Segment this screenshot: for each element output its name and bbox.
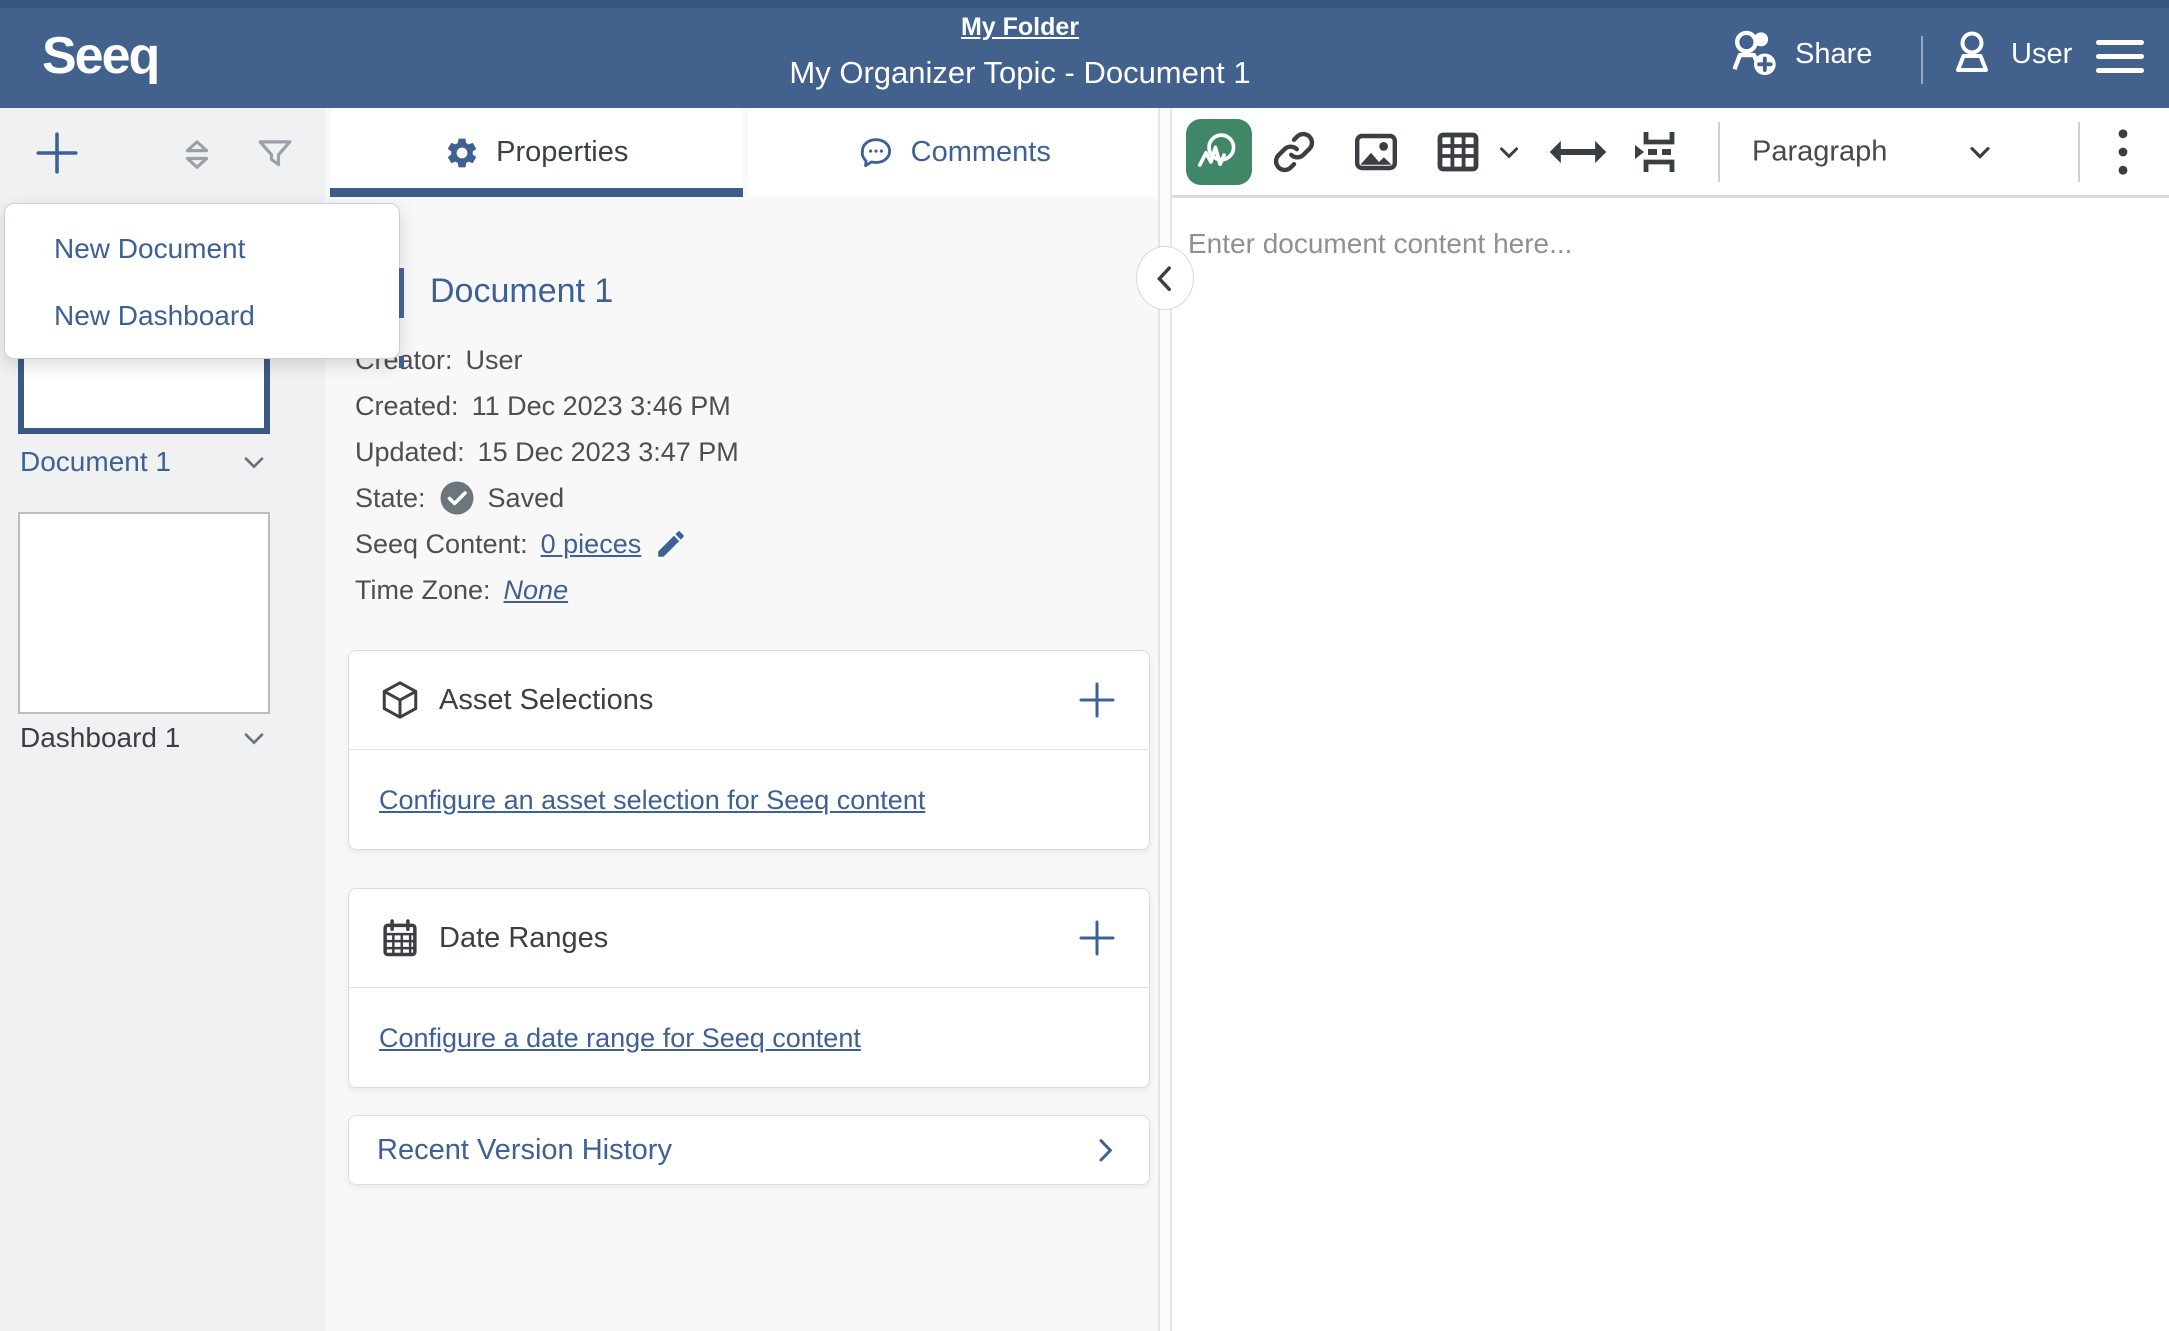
page-break-button[interactable] (1630, 126, 1686, 178)
user-menu-button[interactable]: User (1948, 0, 2072, 108)
property-creator: Creator: User (355, 337, 739, 383)
insert-link-button[interactable] (1270, 128, 1318, 176)
add-item-button[interactable] (34, 130, 80, 176)
insert-table-button[interactable] (1434, 128, 1482, 176)
header-bar: Seeq My Folder My Organizer Topic - Docu… (0, 0, 2169, 108)
document-properties: Creator: User Created: 11 Dec 2023 3:46 … (355, 337, 739, 613)
property-value: 11 Dec 2023 3:46 PM (472, 391, 731, 422)
property-label: State: (355, 483, 426, 514)
title-text-cursor (399, 356, 404, 368)
tab-comments[interactable]: Comments (748, 108, 1161, 197)
date-ranges-card: Date Ranges Configure a date range for S… (348, 888, 1150, 1088)
time-zone-link[interactable]: None (504, 575, 569, 606)
share-label: Share (1795, 38, 1872, 71)
document-title[interactable]: Document 1 (430, 272, 613, 311)
dashboard-1-thumbnail[interactable] (18, 512, 270, 714)
chevron-down-icon[interactable] (238, 722, 270, 754)
date-ranges-title: Date Ranges (439, 922, 608, 955)
property-label: Seeq Content: (355, 529, 528, 560)
paragraph-style-dropdown[interactable]: Paragraph (1752, 135, 1887, 168)
hamburger-bar (2096, 68, 2144, 73)
paragraph-chevron-icon[interactable] (1964, 136, 1996, 168)
gear-icon (444, 135, 480, 171)
editor-toolbar: Paragraph (1172, 108, 2169, 198)
header-divider (1921, 36, 1923, 84)
cube-icon (379, 679, 421, 721)
page-title: My Organizer Topic - Document 1 (789, 55, 1250, 91)
configure-date-range-link[interactable]: Configure a date range for Seeq content (379, 1023, 861, 1054)
chevron-right-icon (1089, 1134, 1121, 1166)
seeq-content-link[interactable]: 0 pieces (541, 529, 642, 560)
property-created: Created: 11 Dec 2023 3:46 PM (355, 383, 739, 429)
editor-placeholder[interactable]: Enter document content here... (1188, 228, 1572, 260)
tab-properties-label: Properties (496, 136, 628, 169)
recent-version-history-button[interactable]: Recent Version History (348, 1115, 1150, 1185)
toolbar-divider (1718, 122, 1720, 182)
asset-selections-title: Asset Selections (439, 684, 653, 717)
configure-asset-selection-link[interactable]: Configure an asset selection for Seeq co… (379, 785, 925, 816)
property-label: Updated: (355, 437, 465, 468)
property-time-zone: Time Zone: None (355, 567, 739, 613)
breadcrumb[interactable]: My Folder (961, 13, 1079, 42)
insert-seeq-content-button[interactable] (1186, 119, 1252, 185)
new-item-menu: New Document New Dashboard (4, 203, 400, 359)
share-button[interactable]: Share (1728, 0, 1872, 108)
tab-properties[interactable]: Properties (330, 108, 743, 197)
property-value: User (466, 345, 523, 376)
toolbar-divider (2078, 122, 2080, 182)
add-asset-selection-button[interactable] (1075, 678, 1119, 722)
document-1-label[interactable]: Document 1 (20, 446, 171, 478)
hamburger-bar (2096, 54, 2144, 59)
property-label: Time Zone: (355, 575, 491, 606)
seeq-logo: Seeq (42, 26, 158, 86)
user-label: User (2011, 38, 2072, 71)
property-state: State: Saved (355, 475, 739, 521)
filter-icon[interactable] (254, 134, 296, 176)
table-options-chevron-icon[interactable] (1494, 137, 1524, 167)
user-icon (1948, 30, 1996, 78)
asset-selections-header: Asset Selections (349, 651, 1149, 750)
property-value: Saved (488, 483, 565, 514)
saved-check-icon (439, 480, 475, 516)
property-value: 15 Dec 2023 3:47 PM (478, 437, 739, 468)
property-seeq-content: Seeq Content: 0 pieces (355, 521, 739, 567)
document-1-row: Document 1 (20, 442, 270, 482)
paragraph-style-label: Paragraph (1752, 135, 1887, 168)
title-text-cursor (399, 268, 404, 318)
asset-selections-card: Asset Selections Configure an asset sele… (348, 650, 1150, 850)
dashboard-1-label[interactable]: Dashboard 1 (20, 722, 180, 754)
menu-item-new-document[interactable]: New Document (5, 215, 399, 282)
chevron-down-icon[interactable] (238, 446, 270, 478)
insert-image-button[interactable] (1352, 128, 1400, 176)
panel-tabs: Properties Comments (325, 108, 1160, 197)
share-icon (1728, 28, 1780, 80)
calendar-icon (379, 917, 421, 959)
document-editor[interactable] (1172, 108, 2169, 1331)
dashboard-1-row: Dashboard 1 (20, 718, 270, 758)
resize-width-button[interactable] (1548, 137, 1608, 167)
collapse-panel-button[interactable] (1136, 246, 1194, 310)
edit-pencil-icon[interactable] (654, 527, 688, 561)
property-updated: Updated: 15 Dec 2023 3:47 PM (355, 429, 739, 475)
seeq-organizer-app: Seeq My Folder My Organizer Topic - Docu… (0, 0, 2169, 1331)
hamburger-menu-button[interactable] (2096, 40, 2144, 73)
property-label: Created: (355, 391, 459, 422)
comments-icon (857, 134, 895, 172)
date-ranges-header: Date Ranges (349, 889, 1149, 988)
add-date-range-button[interactable] (1075, 916, 1119, 960)
more-options-button[interactable] (2116, 126, 2130, 178)
recent-version-history-label: Recent Version History (377, 1134, 672, 1167)
tab-comments-label: Comments (911, 136, 1051, 169)
hamburger-bar (2096, 40, 2144, 45)
menu-item-new-dashboard[interactable]: New Dashboard (5, 282, 399, 349)
sort-icon[interactable] (176, 134, 218, 176)
